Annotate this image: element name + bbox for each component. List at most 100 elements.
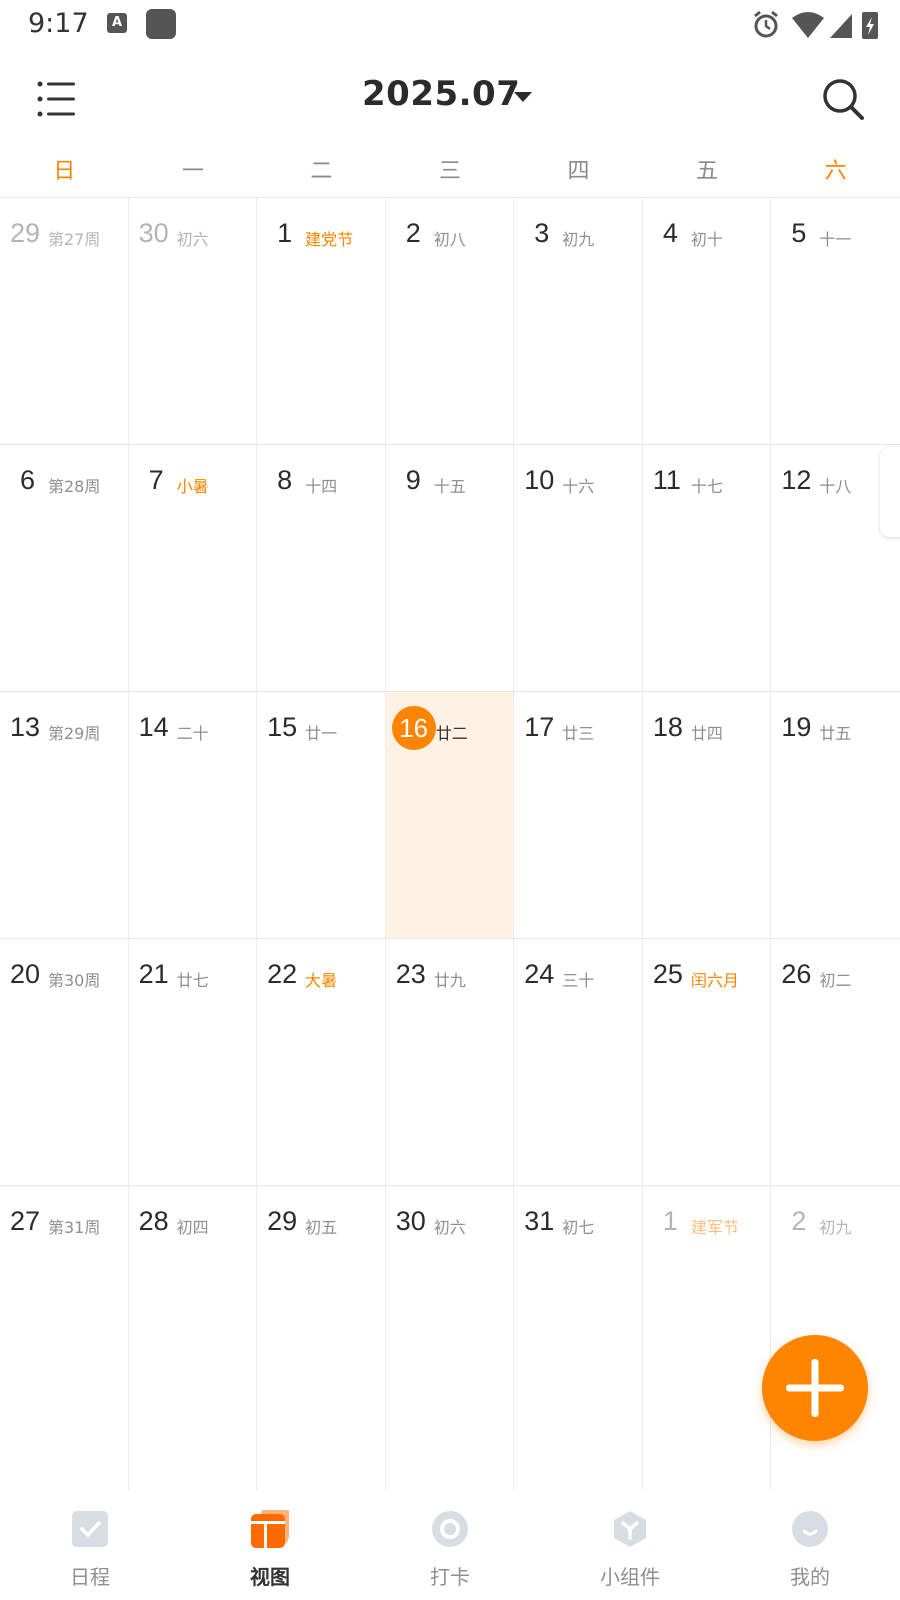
week-row: 27 第31周 28 初四 29 初五 30 初六 31 初七 1 建军节 2 初九 xyxy=(0,1186,900,1490)
day-number: 10 xyxy=(524,465,555,495)
lunar-label: 十八 xyxy=(819,477,852,496)
festival-label: 闰六月 xyxy=(690,971,739,990)
day-cell[interactable]: 11 十七 xyxy=(643,445,772,691)
week-row: 6 第28周 7 小暑 8 十四 9 十五 10 十六 11 十七 12 十八 xyxy=(0,445,900,692)
lunar-label: 第28周 xyxy=(48,477,101,496)
day-cell[interactable]: 15 廿一 xyxy=(257,692,386,938)
day-number: 15 xyxy=(267,712,298,742)
lunar-label: 初十 xyxy=(690,230,723,249)
day-number: 4 xyxy=(662,218,678,248)
lunar-label: 初八 xyxy=(433,230,466,249)
day-number: 18 xyxy=(652,712,683,742)
app-notification-icon xyxy=(146,9,176,39)
week-row: 20 第30周 21 廿七 22 大暑 23 廿九 24 三十 25 闰六月 26 初二 xyxy=(0,939,900,1186)
day-number: 28 xyxy=(138,1206,169,1236)
day-cell[interactable]: 17 廿三 xyxy=(514,692,643,938)
nav-label-schedule: 日程 xyxy=(70,1565,110,1589)
day-cell[interactable]: 6 第28周 xyxy=(0,445,129,691)
search-icon[interactable] xyxy=(820,76,866,122)
day-cell[interactable]: 4 初十 xyxy=(643,198,772,444)
menu-list-icon[interactable] xyxy=(36,78,78,120)
festival-label: 大暑 xyxy=(305,971,338,990)
lunar-label: 第30周 xyxy=(48,971,101,990)
weekday-tue: 二 xyxy=(310,159,333,184)
day-cell[interactable]: 26 初二 xyxy=(771,939,900,1185)
day-cell[interactable]: 13 第29周 xyxy=(0,692,129,938)
day-number: 19 xyxy=(781,712,812,742)
nav-item-schedule[interactable]: 日程 xyxy=(0,1490,180,1600)
day-cell[interactable]: 30 初六 xyxy=(129,198,258,444)
nav-label-checkin: 打卡 xyxy=(430,1565,470,1589)
day-number: 27 xyxy=(10,1206,41,1236)
day-cell[interactable]: 23 廿九 xyxy=(386,939,515,1185)
day-number: 22 xyxy=(267,959,298,989)
week-row: 13 第29周 14 二十 15 廿一 16 廿二 17 廿三 18 廿四 19 廿五 xyxy=(0,692,900,939)
festival-label: 建军节 xyxy=(690,1218,739,1237)
nav-label-view: 视图 xyxy=(250,1565,290,1589)
day-cell[interactable]: 1 建党节 xyxy=(257,198,386,444)
day-cell[interactable]: 30 初六 xyxy=(386,1186,515,1490)
lunar-label: 十四 xyxy=(305,477,338,496)
day-cell[interactable]: 9 十五 xyxy=(386,445,515,691)
day-number: 9 xyxy=(405,465,421,495)
lunar-label: 初二 xyxy=(819,971,852,990)
lunar-label: 廿九 xyxy=(433,971,466,990)
alarm-icon xyxy=(754,10,778,38)
day-cell[interactable]: 19 廿五 xyxy=(771,692,900,938)
day-cell[interactable]: 3 初九 xyxy=(514,198,643,444)
add-event-button[interactable] xyxy=(762,1335,868,1441)
day-cell[interactable]: 29 初五 xyxy=(257,1186,386,1490)
nav-item-view[interactable]: 视图 xyxy=(180,1490,360,1600)
nav-item-profile[interactable]: 我的 xyxy=(720,1490,900,1600)
today-marker: 16 xyxy=(391,706,436,750)
month-selector[interactable]: 2025.07 xyxy=(362,74,520,114)
nav-item-checkin[interactable]: 打卡 xyxy=(360,1490,540,1600)
day-cell[interactable]: 8 十四 xyxy=(257,445,386,691)
lunar-label: 十一 xyxy=(819,230,852,249)
lunar-label: 初六 xyxy=(433,1218,466,1237)
day-cell[interactable]: 28 初四 xyxy=(129,1186,258,1490)
day-cell[interactable]: 7 小暑 xyxy=(129,445,258,691)
lunar-label: 初五 xyxy=(305,1218,338,1237)
day-cell[interactable]: 29 第27周 xyxy=(0,198,129,444)
day-cell[interactable]: 10 十六 xyxy=(514,445,643,691)
day-cell[interactable]: 5 十一 xyxy=(771,198,900,444)
day-cell[interactable]: 21 廿七 xyxy=(129,939,258,1185)
weekday-mon: 一 xyxy=(181,159,204,184)
festival-label: 建党节 xyxy=(305,230,354,249)
day-cell[interactable]: 25 闰六月 xyxy=(643,939,772,1185)
day-cell[interactable]: 18 廿四 xyxy=(643,692,772,938)
weekday-fri: 五 xyxy=(696,159,719,184)
day-number: 11 xyxy=(652,465,681,495)
day-cell[interactable]: 24 三十 xyxy=(514,939,643,1185)
day-number: 30 xyxy=(138,218,169,248)
lunar-label: 初七 xyxy=(562,1218,595,1237)
day-number: 30 xyxy=(395,1206,426,1236)
lunar-label: 三十 xyxy=(562,971,595,990)
day-number: 14 xyxy=(138,712,169,742)
lunar-label: 初四 xyxy=(176,1218,209,1237)
day-cell[interactable]: 14 二十 xyxy=(129,692,258,938)
signal-icon xyxy=(830,14,852,38)
day-number: 25 xyxy=(652,959,683,989)
day-cell[interactable]: 27 第31周 xyxy=(0,1186,129,1490)
lunar-label: 十五 xyxy=(433,477,466,496)
day-cell[interactable]: 22 大暑 xyxy=(257,939,386,1185)
day-cell[interactable]: 1 建军节 xyxy=(643,1186,772,1490)
chevron-down-icon[interactable] xyxy=(514,92,532,102)
weekday-header: 日 一 二 三 四 五 六 xyxy=(0,150,900,198)
side-drawer-handle[interactable] xyxy=(880,447,900,537)
day-number: 13 xyxy=(10,712,41,742)
input-method-icon: A xyxy=(107,13,127,33)
day-cell[interactable]: 2 初九 xyxy=(771,1186,900,1490)
day-cell[interactable]: 20 第30周 xyxy=(0,939,129,1185)
day-cell-today[interactable]: 16 廿二 xyxy=(385,692,515,938)
day-number: 7 xyxy=(148,465,164,495)
day-cell[interactable]: 2 初八 xyxy=(386,198,515,444)
battery-icon xyxy=(862,12,878,39)
lunar-label: 廿四 xyxy=(690,724,723,743)
day-number: 29 xyxy=(267,1206,298,1236)
day-cell[interactable]: 31 初七 xyxy=(514,1186,643,1490)
nav-item-widgets[interactable]: 小组件 xyxy=(540,1490,720,1600)
day-number: 23 xyxy=(395,959,426,989)
